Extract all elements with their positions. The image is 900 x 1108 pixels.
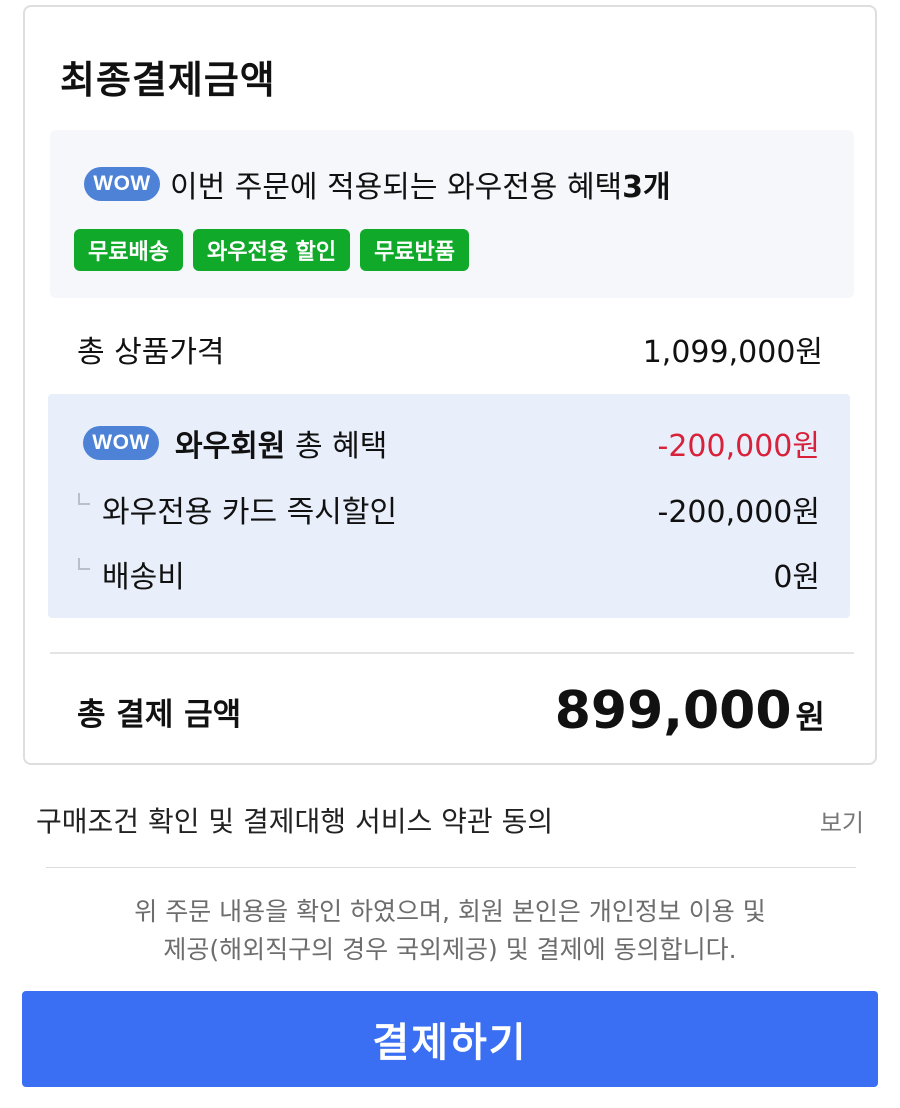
indent-corner-icon xyxy=(78,493,90,505)
pay-button[interactable]: 결제하기 xyxy=(22,991,878,1087)
benefit-total-label: 총 혜택 xyxy=(294,429,388,464)
terms-view-link[interactable]: 보기 xyxy=(820,803,864,838)
benefit-item-value: 0원 xyxy=(773,560,820,595)
chip-free-shipping: 무료배송 xyxy=(74,229,183,271)
total-payment-value: 899,000 원 xyxy=(555,681,825,741)
benefit-total-row: WOW 와우회원 총 혜택 -200,000원 xyxy=(83,421,820,465)
terms-label: 구매조건 확인 및 결제대행 서비스 약관 동의 xyxy=(36,805,554,838)
benefit-item-label: 배송비 xyxy=(102,560,185,595)
terms-agreement-row[interactable]: 구매조건 확인 및 결제대행 서비스 약관 동의 보기 xyxy=(36,800,864,840)
consent-notice: 위 주문 내용을 확인 하였으며, 회원 본인은 개인정보 이용 및 제공(해외… xyxy=(40,893,860,969)
product-price-row: 총 상품가격 1,099,000원 xyxy=(77,327,823,371)
total-payment-amount: 899,000 xyxy=(554,681,792,741)
benefit-chips: 무료배송 와우전용 할인 무료반품 xyxy=(74,229,470,271)
wow-badge: WOW xyxy=(84,167,160,201)
chip-wow-discount: 와우전용 할인 xyxy=(192,229,351,271)
chip-free-return: 무료반품 xyxy=(360,229,470,271)
wow-badge: WOW xyxy=(83,426,159,460)
total-payment-label: 총 결제 금액 xyxy=(77,696,242,733)
wow-member-label: 와우회원 xyxy=(175,429,286,464)
benefit-item-label: 와우전용 카드 즉시할인 xyxy=(102,495,398,530)
benefit-item-shipping: 배송비 0원 xyxy=(78,552,820,596)
wow-banner-text: 이번 주문에 적용되는 와우전용 혜택 xyxy=(170,170,623,205)
benefit-total-value: -200,000원 xyxy=(657,429,820,464)
total-payment-unit: 원 xyxy=(795,698,825,736)
wow-member-benefits: WOW 와우회원 총 혜택 -200,000원 와우전용 카드 즉시할인 -20… xyxy=(48,394,850,618)
consent-line-1: 위 주문 내용을 확인 하였으며, 회원 본인은 개인정보 이용 및 xyxy=(134,897,766,926)
product-price-label: 총 상품가격 xyxy=(77,335,225,370)
wow-benefits-banner: WOW 이번 주문에 적용되는 와우전용 혜택3개 무료배송 와우전용 할인 무… xyxy=(50,130,854,298)
benefit-item-value: -200,000원 xyxy=(657,495,820,530)
consent-line-2: 제공(해외직구의 경우 국외제공) 및 결제에 동의합니다. xyxy=(163,935,737,964)
indent-corner-icon xyxy=(78,558,90,570)
final-payment-card: 최종결제금액 WOW 이번 주문에 적용되는 와우전용 혜택3개 무료배송 와우… xyxy=(23,5,877,765)
wow-banner-headline: WOW 이번 주문에 적용되는 와우전용 혜택3개 xyxy=(84,162,671,206)
wow-benefit-count: 3개 xyxy=(622,170,671,205)
benefit-item-card-discount: 와우전용 카드 즉시할인 -200,000원 xyxy=(78,487,820,531)
divider xyxy=(46,867,856,868)
product-price-value: 1,099,000원 xyxy=(642,335,823,370)
total-payment-row: 총 결제 금액 899,000 원 xyxy=(77,681,825,741)
divider xyxy=(50,652,854,654)
card-title: 최종결제금액 xyxy=(60,58,276,102)
